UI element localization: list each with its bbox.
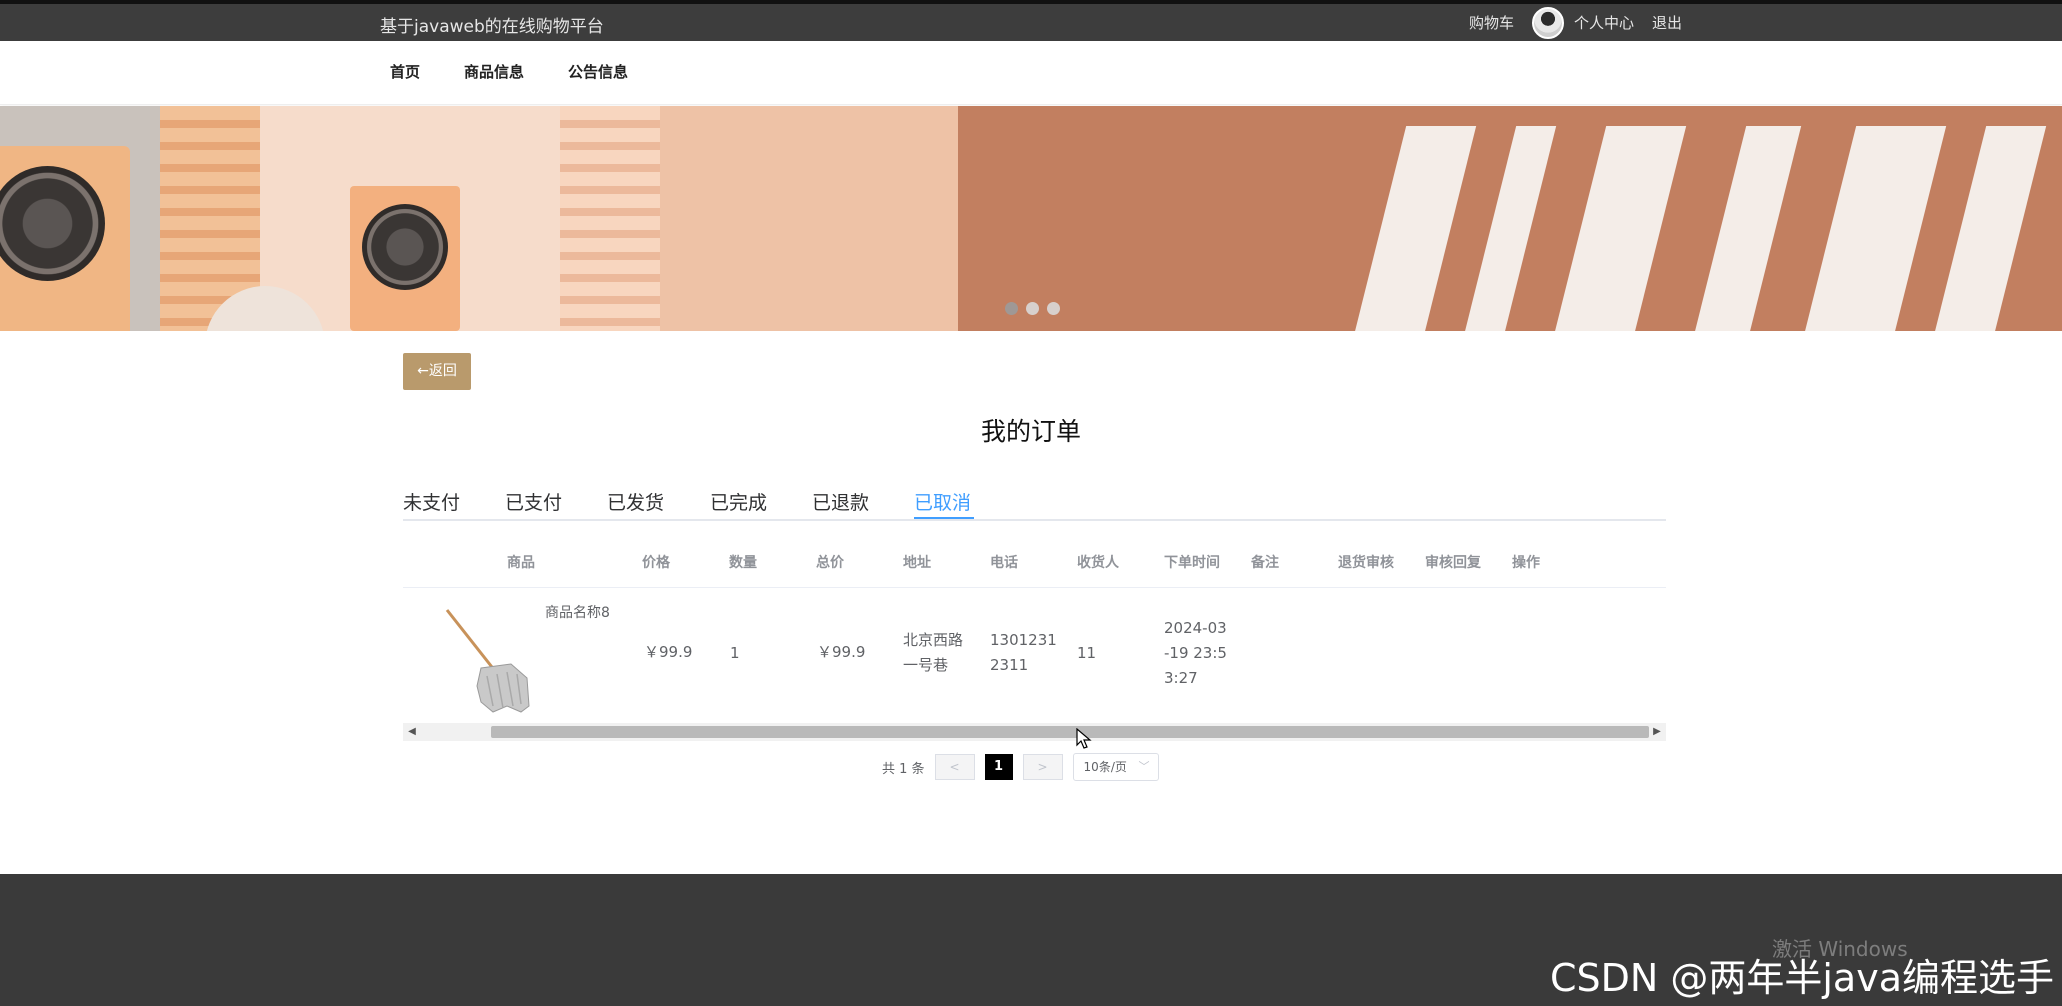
tab-shipped[interactable]: 已发货 — [607, 488, 664, 515]
avatar[interactable] — [1531, 6, 1564, 39]
order-time-cell: 2024-03 -19 23:5 3:27 — [1164, 619, 1227, 687]
speaker-graphic — [350, 186, 460, 331]
product-name[interactable]: 商品名称8 — [545, 602, 610, 622]
column-header: 价格 — [642, 555, 670, 571]
orders-table-header: 商品 价格 数量 总价 地址 电话 收货人 下单时间 备注 退货审核 审核回复 … — [403, 538, 1666, 588]
price-cell: ￥99.9 — [644, 643, 693, 661]
active-tab-indicator — [914, 517, 974, 519]
address-cell: 北京西路 一号巷 — [903, 631, 964, 674]
tab-paid[interactable]: 已支付 — [505, 488, 562, 515]
product-thumbnail[interactable] — [441, 606, 541, 716]
banner-decor — [560, 106, 660, 331]
top-right-links: 购物车 个人中心 退出 — [1469, 4, 1682, 41]
next-page-button[interactable]: > — [1022, 754, 1063, 780]
tab-cancelled[interactable]: 已取消 — [914, 488, 971, 515]
column-header: 商品 — [507, 555, 535, 571]
column-header: 备注 — [1251, 555, 1279, 571]
watermark: CSDN @两年半java编程选手 — [1549, 956, 2054, 1000]
carousel-dot[interactable] — [1005, 302, 1018, 315]
main-nav: 首页 商品信息 公告信息 — [0, 41, 2062, 105]
total-cell: ￥99.9 — [817, 643, 866, 661]
column-header: 下单时间 — [1164, 555, 1220, 571]
site-title: 基于javaweb的在线购物平台 — [380, 17, 604, 37]
cart-link[interactable]: 购物车 — [1469, 12, 1514, 33]
receiver-cell: 11 — [1077, 644, 1097, 662]
prev-page-button[interactable]: < — [934, 754, 975, 780]
mouse-cursor-icon — [1076, 728, 1092, 749]
top-bar: 基于javaweb的在线购物平台 购物车 个人中心 退出 — [0, 0, 2062, 41]
column-header: 审核回复 — [1425, 555, 1481, 571]
profile-link[interactable]: 个人中心 — [1574, 12, 1634, 33]
order-status-tabs: 未支付 已支付 已发货 已完成 已退款 已取消 — [403, 483, 1666, 521]
nav-item-notices[interactable]: 公告信息 — [568, 61, 628, 82]
page-title: 我的订单 — [980, 417, 1081, 446]
banner-image-speakers — [0, 106, 958, 331]
pagination: 共 1 条 < 1 > 10条/页 ﹀ — [882, 753, 1159, 781]
nav-item-products[interactable]: 商品信息 — [464, 61, 524, 82]
carousel-dot[interactable] — [1026, 302, 1039, 315]
scroll-thumb[interactable] — [491, 726, 1649, 738]
column-header: 退货审核 — [1338, 555, 1394, 571]
banner-carousel[interactable] — [0, 106, 2062, 331]
tab-completed[interactable]: 已完成 — [710, 488, 767, 515]
speaker-graphic — [0, 146, 130, 331]
chevron-down-icon: ﹀ — [1138, 760, 1150, 773]
total-count: 共 1 条 — [882, 761, 925, 777]
logout-link[interactable]: 退出 — [1652, 12, 1682, 33]
column-header: 电话 — [990, 555, 1018, 571]
column-header: 地址 — [903, 555, 931, 571]
scroll-right-arrow-icon[interactable]: ▶ — [1648, 723, 1666, 741]
tab-refunded[interactable]: 已退款 — [812, 488, 869, 515]
column-header: 总价 — [816, 555, 844, 571]
column-header: 数量 — [729, 555, 757, 571]
carousel-indicators — [1005, 302, 1060, 315]
column-header: 操作 — [1512, 555, 1540, 571]
tab-unpaid[interactable]: 未支付 — [403, 488, 460, 515]
quantity-cell: 1 — [730, 644, 740, 662]
page-size-select[interactable]: 10条/页 ﹀ — [1072, 753, 1159, 781]
carousel-dot[interactable] — [1047, 302, 1060, 315]
back-button[interactable]: ←返回 — [403, 353, 471, 390]
scroll-left-arrow-icon[interactable]: ◀ — [403, 723, 421, 741]
table-row[interactable]: 商品名称8 ￥99.9 1 ￥99.9 北京西路 一号巷 1301231 231… — [403, 588, 1666, 723]
nav-item-home[interactable]: 首页 — [390, 61, 420, 82]
table-horizontal-scrollbar[interactable]: ◀ ▶ — [403, 723, 1666, 741]
phone-cell: 1301231 2311 — [990, 631, 1057, 674]
column-header: 收货人 — [1077, 555, 1119, 571]
page-number-button[interactable]: 1 — [984, 754, 1013, 780]
